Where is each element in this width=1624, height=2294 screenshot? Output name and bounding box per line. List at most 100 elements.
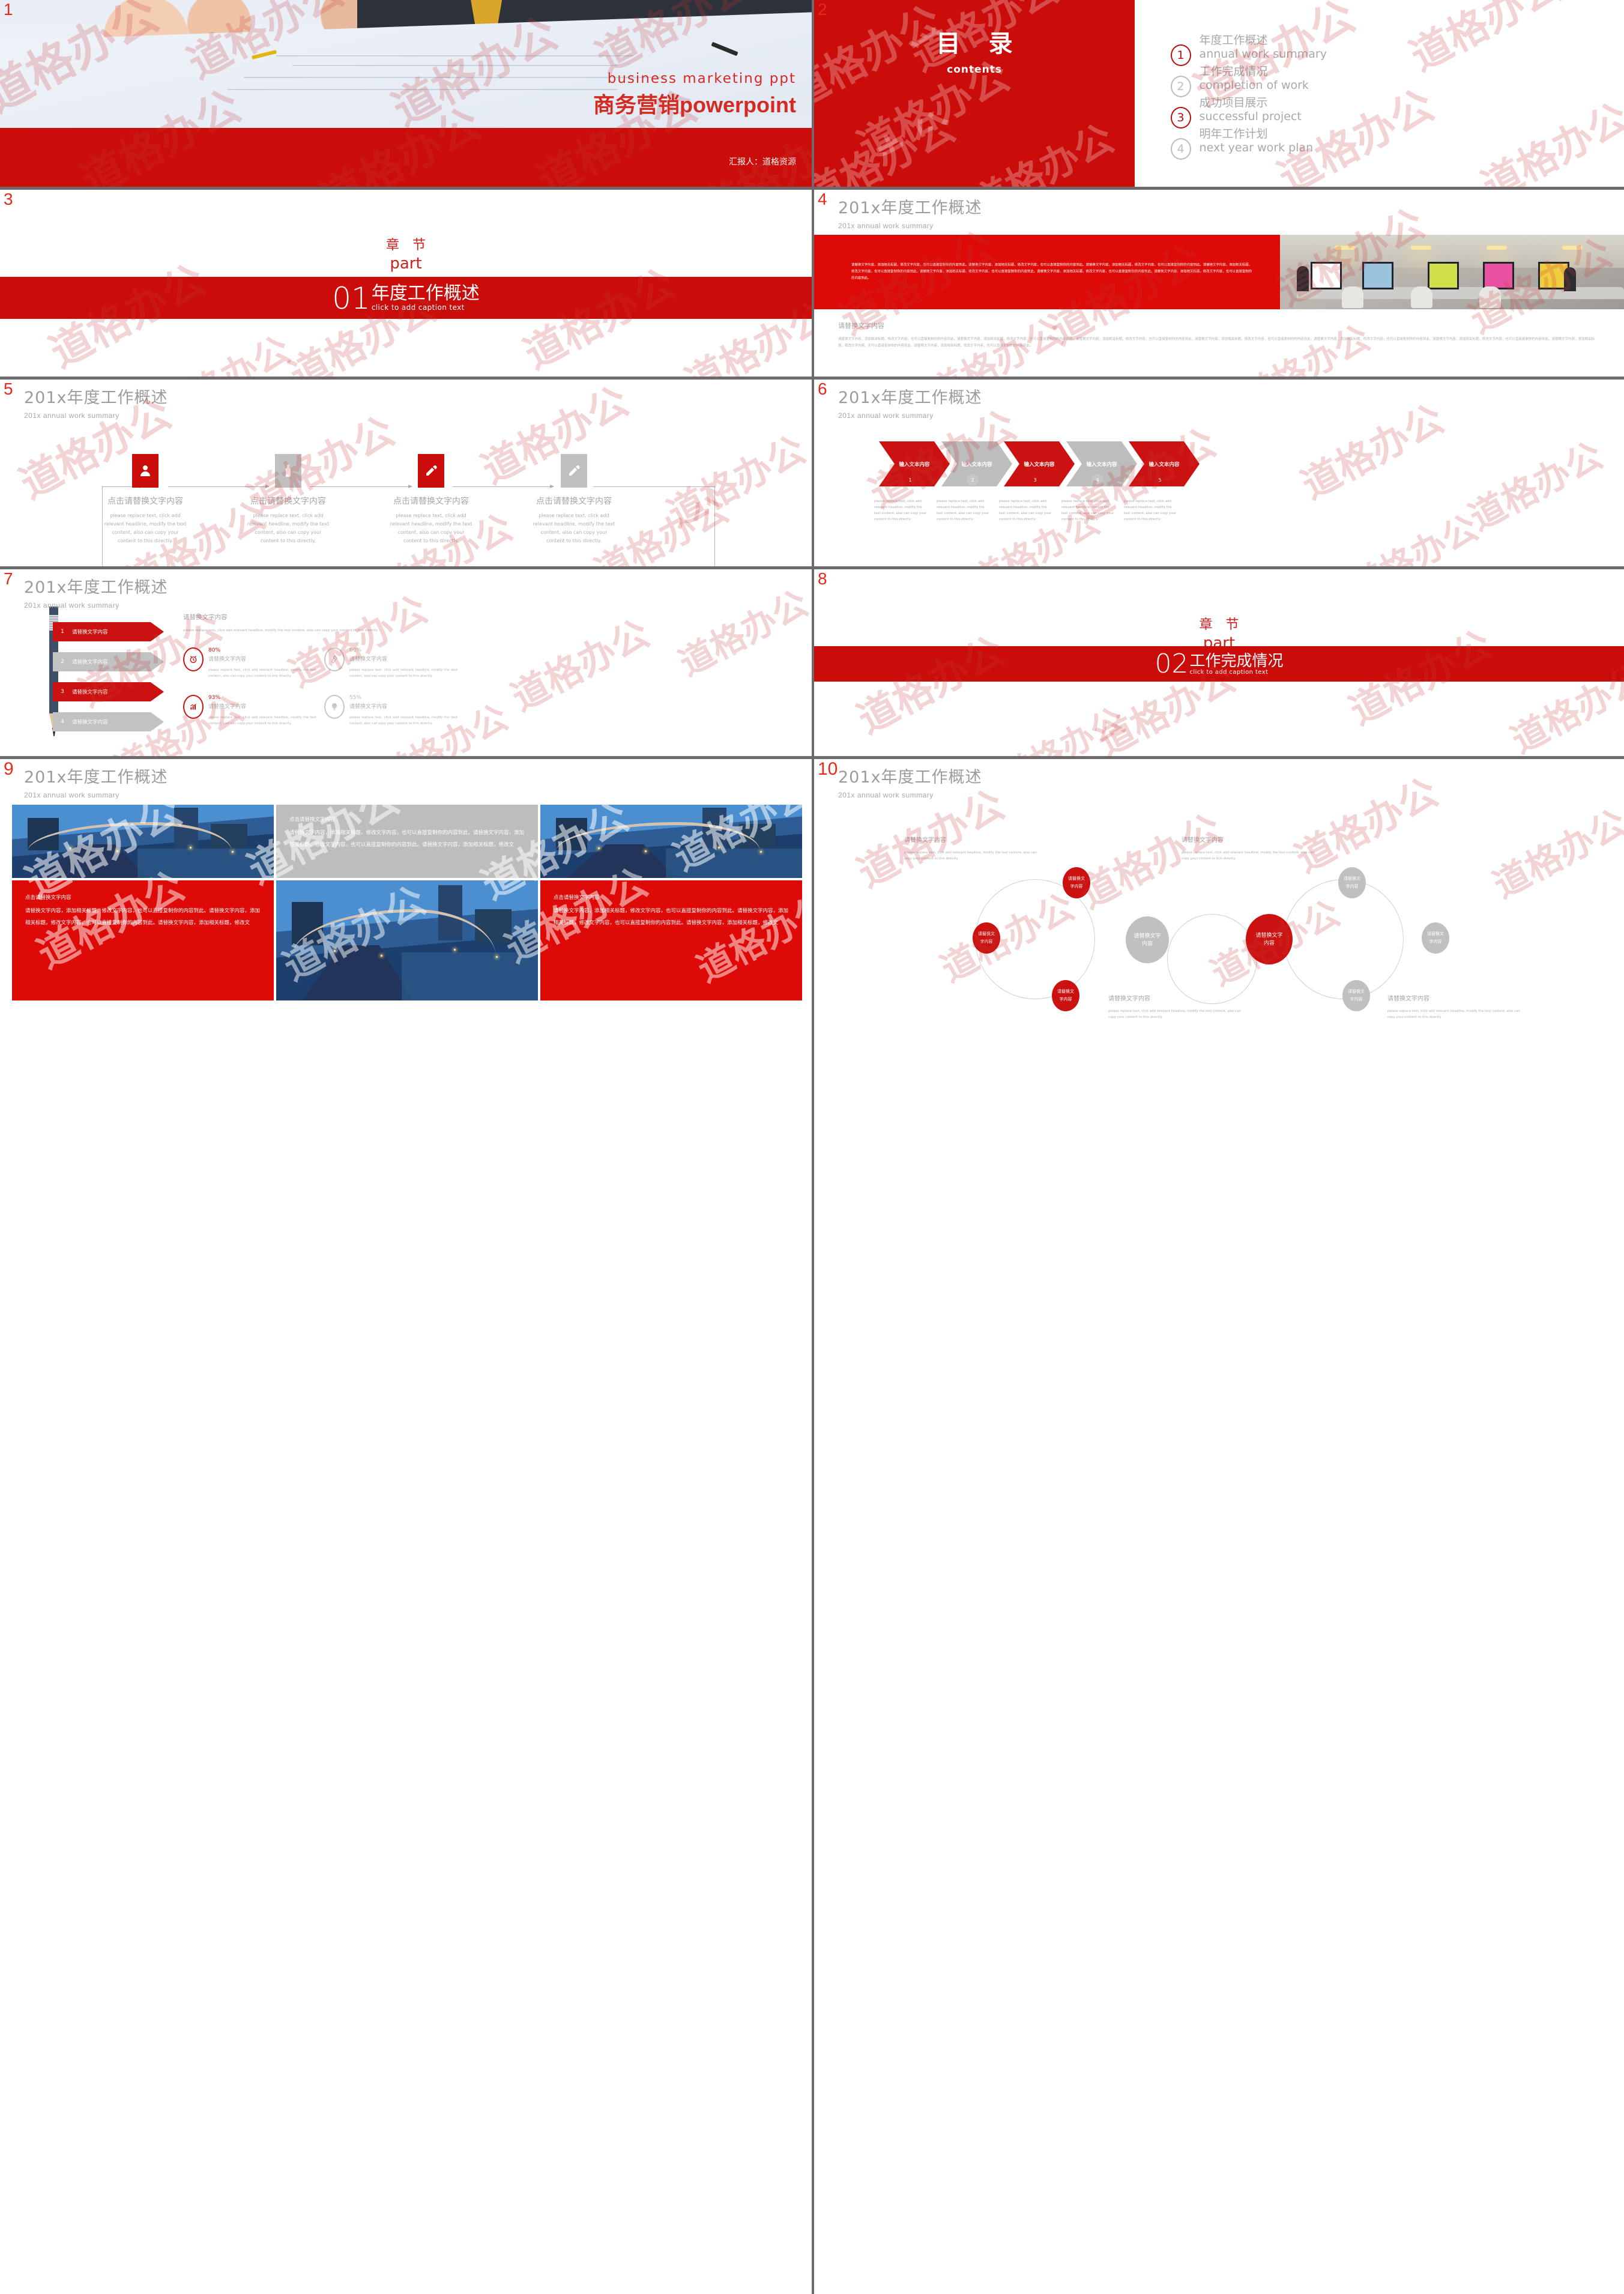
orbit-bubble[interactable]: 请替换文字内容 (1422, 922, 1449, 954)
presenter-label: 汇报人：道格资源 (729, 157, 796, 166)
diagram-caption-heading: 请替换文字内容 (1387, 996, 1429, 1002)
center-left-label: 请替换文字内容 (1133, 933, 1161, 946)
section-part-cn: 章 节 (385, 237, 431, 252)
pencil-step-arrow[interactable]: 1 请替换文字内容 (53, 622, 164, 641)
right-orbit-ring (1284, 879, 1404, 999)
slide-6-chevron-steps[interactable]: 6 201x年度工作概述 201x annual work summary 输入… (814, 380, 1624, 566)
page-title-en: 201x annual work summary (24, 791, 119, 799)
orbit-bubble[interactable]: 请替换文字内容 (1342, 980, 1370, 1011)
page-title-cn: 201x年度工作概述 (838, 389, 982, 407)
orbit-bubble[interactable]: 请替换文字内容 (1338, 867, 1366, 898)
contents-item-number: 4 (1170, 138, 1191, 160)
orbit-bubble[interactable]: 请替换文字内容 (1052, 980, 1079, 1011)
diagram-caption: 请替换文字内容 please replace text, click add r… (1182, 835, 1323, 862)
stat-percent: 93% (208, 695, 221, 701)
ppt-preview-sheet: 1 business marketing ppt 商务营销powerpoint … (0, 0, 1624, 2294)
flow-step-heading: 点击请替换文字内容 (107, 496, 183, 506)
overview-red-paragraph: 请替换文字内容，添加相关标题，修改文字内容，也可以直接复制你的内容到此。请替换文… (851, 263, 1252, 280)
pencil-step-arrow[interactable]: 2 请替换文字内容 (53, 652, 164, 671)
center-right-bubble[interactable]: 请替换文字内容 (1246, 914, 1293, 964)
image-text-grid: 点击请替换文字内容 请替换文字内容，添加相关标题，修改文字内容，也可以直接复制你… (12, 805, 802, 1000)
contents-item-number: 2 (1170, 76, 1191, 97)
stat-item[interactable]: 60% 请替换文字内容 please replace text, click a… (324, 647, 465, 679)
slide-4-overview[interactable]: 4 201x年度工作概述 201x annual work summary 请替… (814, 190, 1624, 377)
slide-number: 10 (818, 759, 838, 779)
section-number: 01 (332, 281, 370, 316)
center-left-bubble[interactable]: 请替换文字内容 (1126, 916, 1169, 963)
pencil-right-body: please replace text, click add relevant … (183, 629, 378, 632)
chevron-number-row: 1 2 3 4 5 (879, 474, 1191, 486)
slide-7-pencil-stats[interactable]: 7 201x年度工作概述 201x annual work summary 1 … (0, 569, 812, 756)
grid-photo (276, 880, 538, 1000)
contents-item-number: 1 (1170, 44, 1191, 66)
chevron-number: 4 (1091, 474, 1103, 486)
circle-diagram: 请替换文字内容 please replace text, click add r… (814, 759, 1624, 2294)
slide-9-image-grid[interactable]: 9 201x年度工作概述 201x annual work summary 点击… (0, 759, 812, 2294)
section-title-en: click to add caption text (371, 303, 465, 312)
title-english: business marketing ppt (607, 71, 796, 86)
contents-item-cn: 工作完成情况 (1199, 65, 1268, 78)
contents-item-text: 成功项目展示 successful project (1200, 96, 1338, 124)
pencil-step-number: 1 (61, 629, 64, 635)
pencil-step-label: 请替换文字内容 (72, 719, 108, 725)
section-part-cn: 章 节 (1199, 617, 1244, 632)
grid-text-cell[interactable]: 点击请替换文字内容 请替换文字内容，添加相关标题，修改文字内容，也可以直接复制你… (12, 880, 274, 1000)
flow-step[interactable]: 点击请替换文字内容 please replace text, click add… (85, 454, 205, 545)
page-header: 201x年度工作概述 201x annual work summary (24, 574, 168, 610)
pencil-step-number: 3 (61, 689, 64, 695)
grid-text-cell[interactable]: 点击请替换文字内容 请替换文字内容，添加相关标题，修改文字内容，也可以直接复制你… (540, 880, 802, 1000)
flow-step[interactable]: 点击请替换文字内容 please replace text, click add… (228, 454, 348, 545)
page-title-en: 201x annual work summary (838, 222, 934, 230)
pencil-step-number: 2 (61, 659, 64, 665)
stat-item[interactable]: 55% 请替换文字内容 please replace text, click a… (324, 695, 465, 727)
slide-5-process-flow[interactable]: 5 201x年度工作概述 201x annual work summary 点击… (0, 380, 812, 566)
overview-photo (1279, 235, 1624, 309)
page-title-cn: 201x年度工作概述 (24, 389, 168, 407)
stat-body: please replace text, click add relevant … (208, 716, 316, 725)
slide-number: 9 (4, 759, 14, 779)
title-chinese: 商务营销powerpoint (593, 92, 796, 117)
flow-step-body: please replace text, click add relevant … (247, 513, 330, 543)
pencil-step-label: 请替换文字内容 (72, 659, 108, 665)
flow-step[interactable]: 点击请替换文字内容 please replace text, click add… (371, 454, 491, 545)
slide-1-title[interactable]: 1 business marketing ppt 商务营销powerpoint … (0, 0, 812, 187)
lightbulb-icon (324, 695, 345, 719)
chevron-label: 输入文本内容 (1086, 461, 1117, 467)
orbit-bubble[interactable]: 请替换文字内容 (1063, 867, 1090, 898)
page-title-cn: 201x年度工作概述 (838, 199, 982, 217)
stat-item[interactable]: 93% 请替换文字内容 please replace text, click a… (183, 695, 324, 727)
contents-heading-cn: 目 录 (936, 31, 1024, 57)
chevron-label: 输入文本内容 (961, 461, 992, 467)
contents-item-text: 年度工作概述 annual work summary (1200, 34, 1338, 61)
contents-item[interactable]: 4 明年工作计划 next year work plan (1170, 128, 1608, 169)
pencil-step-arrow[interactable]: 3 请替换文字内容 (53, 682, 164, 701)
section-caption-group: 01 年度工作概述 click to add caption text (332, 281, 480, 316)
page-header: 201x年度工作概述 201x annual work summary (838, 195, 982, 230)
stat-grid: 80% 请替换文字内容 please replace text, click a… (183, 647, 465, 746)
orbit-bubble[interactable]: 请替换文字内容 (973, 922, 1000, 954)
page-header: 201x年度工作概述 201x annual work summary (838, 384, 982, 420)
grid-photo (12, 805, 274, 878)
pen-nib-icon (324, 647, 345, 671)
section-title-cn: 工作完成情况 (1189, 651, 1284, 670)
diagram-caption-body: please replace text, click add relevant … (1387, 1009, 1520, 1019)
chevron-body: please replace text, click add relevant … (937, 500, 989, 521)
pencil-step-arrow[interactable]: 4 请替换文字内容 (53, 712, 164, 731)
pencil-step-number: 4 (61, 719, 64, 725)
slide-3-section-01[interactable]: 3 章 节 part 01 年度工作概述 click to add captio… (0, 190, 812, 377)
grid-cell-heading: 点击请替换文字内容 (289, 816, 336, 822)
slide-8-section-02[interactable]: 8 章 节 part 02 工作完成情况 click to add captio… (814, 569, 1624, 756)
grid-text-cell[interactable]: 点击请替换文字内容 请替换文字内容，添加相关标题，修改文字内容，也可以直接复制你… (276, 805, 538, 878)
flow-step[interactable]: 点击请替换文字内容 please replace text, click add… (514, 454, 634, 545)
section-title-en: click to add caption text (1189, 668, 1269, 676)
slide-10-circle-diagram[interactable]: 10 201x年度工作概述 201x annual work summary 请… (814, 759, 1624, 2294)
contents-heading: 目 录 contents (814, 24, 1135, 76)
flashlight-icon (561, 454, 587, 488)
section-part-label: 章 节 part (0, 234, 812, 273)
slide-2-contents[interactable]: 2 目 录 contents 道格办公 道格办公 道格办公 道格办公 道格办公 … (814, 0, 1624, 187)
orbit-bubble-label: 请替换文字内容 (1348, 990, 1365, 1002)
stat-item[interactable]: 80% 请替换文字内容 please replace text, click a… (183, 647, 324, 679)
page-header: 201x年度工作概述 201x annual work summary (838, 764, 982, 799)
slide-number: 3 (4, 190, 13, 208)
contents-item-cn: 明年工作计划 (1199, 128, 1268, 141)
